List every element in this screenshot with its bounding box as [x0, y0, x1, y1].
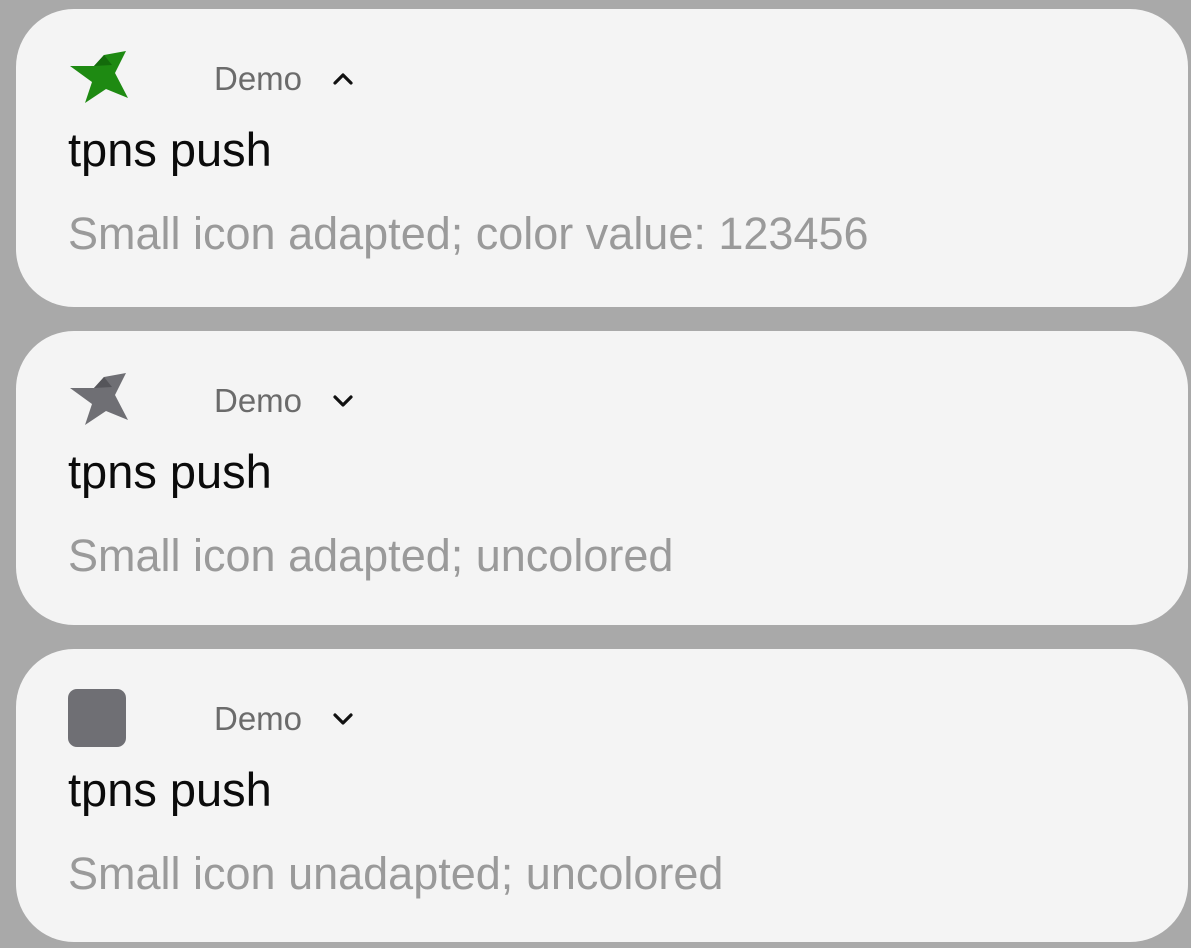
app-name: Demo — [214, 382, 303, 419]
notification-header: Demo — [68, 49, 668, 109]
bird-icon — [68, 371, 128, 431]
notification-card[interactable]: Demo tpns push Small icon adapted; uncol… — [16, 331, 1188, 625]
notification-message: Small icon adapted; color value: 123456 — [68, 208, 869, 259]
app-name: Demo — [214, 60, 303, 97]
notification-title: tpns push — [68, 123, 272, 176]
square-icon — [68, 689, 128, 749]
chevron-down-icon[interactable] — [330, 388, 356, 414]
notification-card[interactable]: Demo tpns push Small icon unadapted; unc… — [16, 649, 1188, 942]
notification-title: tpns push — [68, 763, 272, 816]
notification-message: Small icon unadapted; uncolored — [68, 848, 724, 899]
app-name: Demo — [214, 700, 303, 737]
chevron-up-icon[interactable] — [330, 66, 356, 92]
notification-title: tpns push — [68, 445, 272, 498]
notification-header: Demo — [68, 689, 668, 749]
chevron-down-icon[interactable] — [330, 706, 356, 732]
bird-icon — [68, 49, 128, 109]
notification-message: Small icon adapted; uncolored — [68, 530, 674, 581]
notification-card[interactable]: Demo tpns push Small icon adapted; color… — [16, 9, 1188, 307]
notification-header: Demo — [68, 371, 668, 431]
